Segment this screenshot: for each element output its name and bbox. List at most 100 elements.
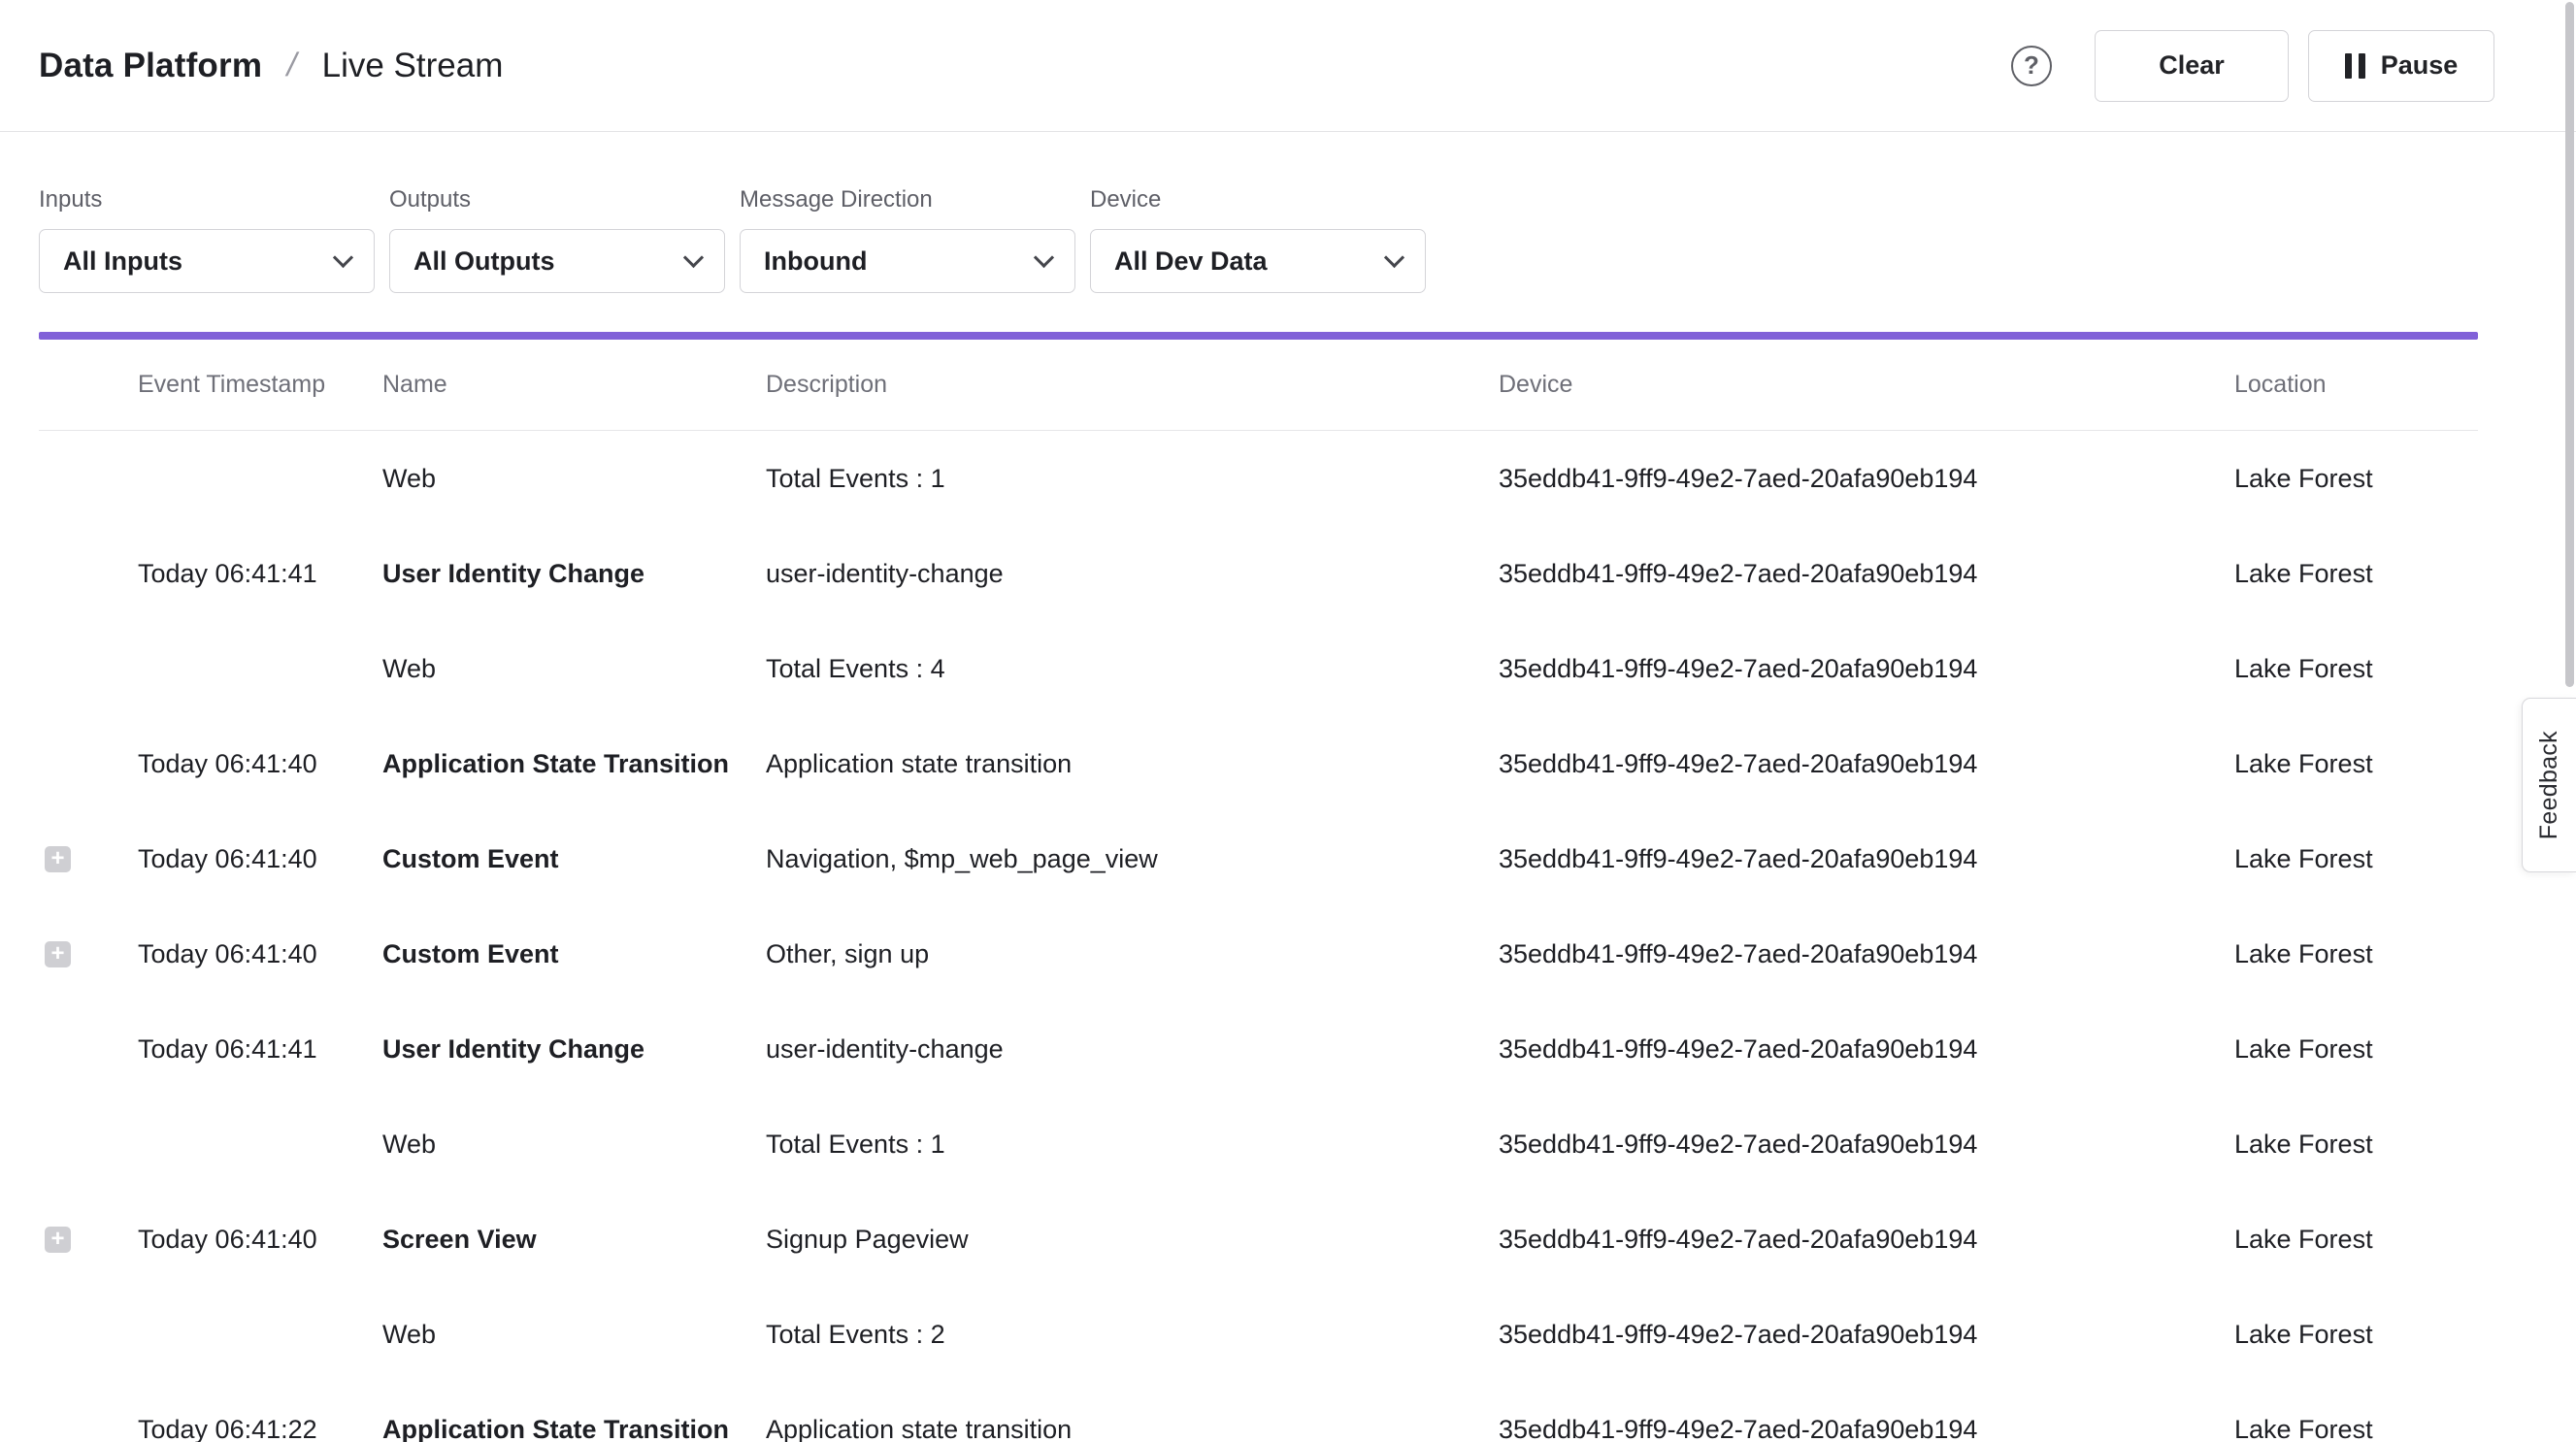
column-event-timestamp: Event Timestamp bbox=[138, 371, 382, 399]
table-row[interactable]: + Today 06:41:22 Application State Trans… bbox=[39, 1382, 2478, 1442]
event-description-cell: Application state transition bbox=[766, 749, 1499, 779]
event-device-cell: 35eddb41-9ff9-49e2-7aed-20afa90eb194 bbox=[1499, 1415, 2234, 1442]
help-icon[interactable]: ? bbox=[2011, 46, 2052, 86]
table-row[interactable]: + Web Total Events : 1 35eddb41-9ff9-49e… bbox=[39, 1097, 2478, 1192]
expand-row-icon[interactable]: + bbox=[45, 941, 71, 967]
event-timestamp-cell: Today 06:41:40 bbox=[138, 749, 382, 779]
event-location-cell: Lake Forest bbox=[2234, 1034, 2478, 1065]
event-location-cell: Lake Forest bbox=[2234, 749, 2478, 779]
chevron-down-icon bbox=[333, 246, 353, 267]
message-direction-dropdown-value: Inbound bbox=[764, 246, 867, 277]
pause-icon bbox=[2345, 53, 2365, 79]
event-description-cell: user-identity-change bbox=[766, 559, 1499, 589]
event-device-cell: 35eddb41-9ff9-49e2-7aed-20afa90eb194 bbox=[1499, 749, 2234, 779]
event-location-cell: Lake Forest bbox=[2234, 844, 2478, 874]
event-device-cell: 35eddb41-9ff9-49e2-7aed-20afa90eb194 bbox=[1499, 1130, 2234, 1160]
column-description: Description bbox=[766, 371, 1499, 399]
event-location-cell: Lake Forest bbox=[2234, 1320, 2478, 1350]
event-timestamp-cell: Today 06:41:40 bbox=[138, 844, 382, 874]
feedback-tab[interactable]: Feedback bbox=[2522, 698, 2576, 872]
filter-bar: Inputs All Inputs Outputs All Outputs Me… bbox=[39, 186, 2576, 293]
event-name-cell: User Identity Change bbox=[382, 1034, 766, 1065]
filter-message-direction-label: Message Direction bbox=[740, 186, 1075, 213]
event-device-cell: 35eddb41-9ff9-49e2-7aed-20afa90eb194 bbox=[1499, 1320, 2234, 1350]
expand-row-icon[interactable]: + bbox=[45, 1227, 71, 1253]
header-actions: ? Clear Pause bbox=[2011, 30, 2494, 102]
event-location-cell: Lake Forest bbox=[2234, 654, 2478, 684]
event-timestamp-cell: Today 06:41:40 bbox=[138, 939, 382, 969]
message-direction-dropdown[interactable]: Inbound bbox=[740, 229, 1075, 293]
inputs-dropdown-value: All Inputs bbox=[63, 246, 182, 277]
event-description-cell: user-identity-change bbox=[766, 1034, 1499, 1065]
event-description-cell: Total Events : 1 bbox=[766, 1130, 1499, 1160]
clear-button[interactable]: Clear bbox=[2095, 30, 2289, 102]
column-device: Device bbox=[1499, 371, 2234, 399]
breadcrumb-section[interactable]: Data Platform bbox=[39, 47, 262, 85]
event-description-cell: Total Events : 2 bbox=[766, 1320, 1499, 1350]
table-row[interactable]: + Today 06:41:40 Custom Event Other, sig… bbox=[39, 906, 2478, 1001]
expand-row-icon[interactable]: + bbox=[45, 846, 71, 872]
breadcrumb-separator: / bbox=[283, 47, 301, 84]
vertical-scrollbar[interactable] bbox=[2565, 2, 2574, 687]
filter-message-direction: Message Direction Inbound bbox=[740, 186, 1075, 293]
event-description-cell: Signup Pageview bbox=[766, 1225, 1499, 1255]
event-timestamp-cell: Today 06:41:40 bbox=[138, 1225, 382, 1255]
table-row[interactable]: + Today 06:41:41 User Identity Change us… bbox=[39, 526, 2478, 621]
event-name-cell: Application State Transition bbox=[382, 749, 766, 779]
event-description-cell: Total Events : 4 bbox=[766, 654, 1499, 684]
pause-button[interactable]: Pause bbox=[2308, 30, 2494, 102]
filter-device: Device All Dev Data bbox=[1090, 186, 1426, 293]
table-row[interactable]: + Today 06:41:40 Custom Event Navigation… bbox=[39, 811, 2478, 906]
page-title: Live Stream bbox=[322, 47, 504, 85]
table-row[interactable]: + Today 06:41:40 Application State Trans… bbox=[39, 716, 2478, 811]
filter-outputs-label: Outputs bbox=[389, 186, 725, 213]
event-name-cell: Custom Event bbox=[382, 939, 766, 969]
app-header: Data Platform / Live Stream ? Clear Paus… bbox=[0, 0, 2576, 132]
filter-outputs: Outputs All Outputs bbox=[389, 186, 725, 293]
event-name-cell: Web bbox=[382, 654, 766, 684]
device-dropdown-value: All Dev Data bbox=[1114, 246, 1268, 277]
event-timestamp-cell: Today 06:41:41 bbox=[138, 559, 382, 589]
table-row[interactable]: + Web Total Events : 1 35eddb41-9ff9-49e… bbox=[39, 431, 2478, 526]
event-location-cell: Lake Forest bbox=[2234, 1130, 2478, 1160]
event-location-cell: Lake Forest bbox=[2234, 939, 2478, 969]
event-location-cell: Lake Forest bbox=[2234, 1415, 2478, 1442]
table-row[interactable]: + Today 06:41:41 User Identity Change us… bbox=[39, 1001, 2478, 1097]
event-device-cell: 35eddb41-9ff9-49e2-7aed-20afa90eb194 bbox=[1499, 559, 2234, 589]
filter-inputs-label: Inputs bbox=[39, 186, 375, 213]
outputs-dropdown-value: All Outputs bbox=[413, 246, 554, 277]
table-row[interactable]: + Today 06:41:40 Screen View Signup Page… bbox=[39, 1192, 2478, 1287]
table-row[interactable]: + Web Total Events : 4 35eddb41-9ff9-49e… bbox=[39, 621, 2478, 716]
event-device-cell: 35eddb41-9ff9-49e2-7aed-20afa90eb194 bbox=[1499, 654, 2234, 684]
inputs-dropdown[interactable]: All Inputs bbox=[39, 229, 375, 293]
event-location-cell: Lake Forest bbox=[2234, 559, 2478, 589]
event-description-cell: Other, sign up bbox=[766, 939, 1499, 969]
event-device-cell: 35eddb41-9ff9-49e2-7aed-20afa90eb194 bbox=[1499, 1225, 2234, 1255]
event-device-cell: 35eddb41-9ff9-49e2-7aed-20afa90eb194 bbox=[1499, 464, 2234, 494]
event-device-cell: 35eddb41-9ff9-49e2-7aed-20afa90eb194 bbox=[1499, 844, 2234, 874]
header-button-group: Clear Pause bbox=[2095, 30, 2494, 102]
chevron-down-icon bbox=[1034, 246, 1054, 267]
event-description-cell: Total Events : 1 bbox=[766, 464, 1499, 494]
filter-inputs: Inputs All Inputs bbox=[39, 186, 375, 293]
event-name-cell: User Identity Change bbox=[382, 559, 766, 589]
pause-button-label: Pause bbox=[2381, 50, 2459, 81]
outputs-dropdown[interactable]: All Outputs bbox=[389, 229, 725, 293]
column-location: Location bbox=[2234, 371, 2478, 399]
event-device-cell: 35eddb41-9ff9-49e2-7aed-20afa90eb194 bbox=[1499, 939, 2234, 969]
device-dropdown[interactable]: All Dev Data bbox=[1090, 229, 1426, 293]
table-header-row: Event Timestamp Name Description Device … bbox=[39, 340, 2478, 431]
event-name-cell: Custom Event bbox=[382, 844, 766, 874]
live-stream-table: Event Timestamp Name Description Device … bbox=[39, 340, 2478, 1442]
accent-divider bbox=[39, 332, 2478, 340]
column-name: Name bbox=[382, 371, 766, 399]
table-row[interactable]: + Web Total Events : 2 35eddb41-9ff9-49e… bbox=[39, 1287, 2478, 1382]
event-timestamp-cell: Today 06:41:41 bbox=[138, 1034, 382, 1065]
event-name-cell: Web bbox=[382, 1320, 766, 1350]
event-timestamp-cell: Today 06:41:22 bbox=[138, 1415, 382, 1442]
event-name-cell: Screen View bbox=[382, 1225, 766, 1255]
event-device-cell: 35eddb41-9ff9-49e2-7aed-20afa90eb194 bbox=[1499, 1034, 2234, 1065]
table-body: + Web Total Events : 1 35eddb41-9ff9-49e… bbox=[39, 431, 2478, 1442]
filter-device-label: Device bbox=[1090, 186, 1426, 213]
event-name-cell: Application State Transition bbox=[382, 1415, 766, 1442]
